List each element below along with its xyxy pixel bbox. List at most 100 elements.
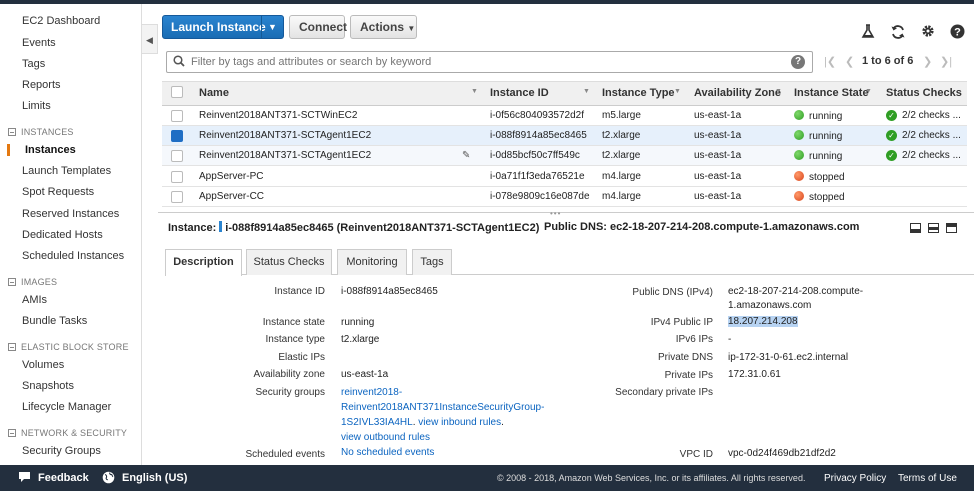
feedback-icon[interactable]: [18, 471, 31, 486]
table-row[interactable]: Reinvent2018ANT371-SCTAgent1EC2 i-088f89…: [162, 126, 967, 146]
security-group-link[interactable]: reinvent2018-: [341, 387, 402, 398]
sidebar-item-spot-requests[interactable]: Spot Requests: [22, 186, 94, 198]
instance-type-label: Instance type: [265, 334, 325, 345]
sort-icon[interactable]: ▼: [471, 88, 478, 95]
sidebar-item-launch-templates[interactable]: Launch Templates: [22, 165, 111, 177]
scheduled-events-link[interactable]: No scheduled events: [341, 447, 434, 458]
chevron-down-icon[interactable]: ▼: [261, 16, 283, 38]
tab-tags[interactable]: Tags: [412, 249, 452, 275]
last-page-icon[interactable]: ❯|: [940, 55, 952, 68]
row-checkbox[interactable]: [171, 191, 183, 203]
sidebar-item-dedicated-hosts[interactable]: Dedicated Hosts: [22, 229, 103, 241]
view-inbound-rules-link[interactable]: view inbound rules: [418, 417, 501, 428]
row-checkbox[interactable]: [171, 130, 183, 142]
next-page-icon[interactable]: ❯: [923, 55, 932, 68]
sidebar-section-network-security[interactable]: NETWORK & SECURITY: [8, 428, 127, 438]
prev-page-icon[interactable]: ❮: [845, 55, 854, 68]
sidebar-item-tags[interactable]: Tags: [22, 58, 45, 70]
column-header-instance-type[interactable]: Instance Type: [602, 87, 675, 99]
help-icon[interactable]: ?: [948, 24, 966, 43]
edit-pencil-icon[interactable]: ✎: [462, 150, 470, 161]
launch-instance-button[interactable]: Launch Instance ▼: [162, 15, 284, 39]
sidebar-item-events[interactable]: Events: [22, 37, 56, 49]
column-header-instance-id[interactable]: Instance ID: [490, 87, 549, 99]
view-outbound-rules-link[interactable]: view outbound rules: [341, 432, 430, 443]
row-checkbox[interactable]: [171, 110, 183, 122]
instance-state-label: Instance state: [262, 317, 325, 328]
security-group-link[interactable]: 1S2IVL33IA4HL: [341, 417, 413, 428]
gear-icon[interactable]: [919, 24, 937, 42]
sidebar-item-ec2-dashboard[interactable]: EC2 Dashboard: [22, 15, 100, 27]
security-group-link[interactable]: Reinvent2018ANT371InstanceSecurityGroup-: [341, 402, 544, 413]
ipv4-public-ip-value: 18.207.214.208: [728, 316, 798, 327]
selected-instance-header: Instance: i-088f8914a85ec8465 (Reinvent20…: [168, 221, 540, 234]
globe-icon[interactable]: [102, 471, 115, 487]
actions-button[interactable]: Actions ▼: [350, 15, 417, 39]
sort-icon[interactable]: ▼: [583, 88, 590, 95]
column-header-name[interactable]: Name: [199, 87, 229, 99]
public-dns-header: Public DNS: ec2-18-207-214-208.compute-1…: [544, 221, 860, 233]
sidebar-item-limits[interactable]: Limits: [22, 100, 51, 112]
refresh-icon[interactable]: [889, 24, 907, 44]
column-header-availability-zone[interactable]: Availability Zone: [694, 87, 781, 99]
flask-icon[interactable]: [859, 24, 877, 43]
page-range: 1 to 6 of 6: [862, 55, 914, 67]
row-checkbox[interactable]: [171, 150, 183, 162]
sidebar-item-security-groups[interactable]: Security Groups: [22, 445, 101, 457]
terms-of-use-link[interactable]: Terms of Use: [898, 473, 957, 484]
first-page-icon[interactable]: |❮: [824, 55, 836, 68]
sort-icon[interactable]: ▼: [775, 88, 782, 95]
table-row[interactable]: AppServer-CC i-078e9809c16e087de m4.larg…: [162, 187, 967, 207]
column-header-status-checks[interactable]: Status Checks: [886, 87, 962, 99]
privacy-policy-link[interactable]: Privacy Policy: [824, 473, 886, 484]
search-input[interactable]: [191, 54, 781, 70]
sort-icon[interactable]: ▼: [865, 88, 872, 95]
tab-monitoring[interactable]: Monitoring: [337, 249, 407, 275]
language-selector[interactable]: English (US): [122, 472, 187, 484]
sort-icon[interactable]: ▼: [674, 88, 681, 95]
running-status-icon: [794, 110, 804, 120]
chevron-left-icon: ◀: [146, 35, 153, 45]
sidebar-item-amis[interactable]: AMIs: [22, 294, 47, 306]
table-row[interactable]: Reinvent2018ANT371-SCTWinEC2 i-0f56c8040…: [162, 106, 967, 126]
panel-split-icon[interactable]: [928, 223, 939, 233]
sidebar-item-volumes[interactable]: Volumes: [22, 359, 64, 371]
sidebar-section-ebs[interactable]: ELASTIC BLOCK STORE: [8, 342, 129, 352]
tab-status-checks[interactable]: Status Checks: [246, 249, 332, 275]
table-row[interactable]: Reinvent2018ANT371-SCTAgent1EC2 ✎ i-0d85…: [162, 146, 967, 166]
ipv6-ips-label: IPv6 IPs: [675, 334, 713, 345]
instance-type-value: t2.xlarge: [341, 334, 380, 345]
feedback-link[interactable]: Feedback: [38, 472, 89, 484]
sidebar-item-snapshots[interactable]: Snapshots: [22, 380, 74, 392]
help-icon[interactable]: ?: [791, 55, 805, 69]
vpc-id-value: vpc-0d24f469db21df2d2: [728, 448, 836, 459]
panel-bottom-icon[interactable]: [910, 223, 921, 233]
sidebar-item-instances[interactable]: Instances: [7, 144, 76, 156]
panel-divider[interactable]: [158, 212, 974, 213]
resize-handle-icon[interactable]: •••: [550, 209, 561, 218]
private-dns-label: Private DNS: [657, 352, 713, 363]
running-status-icon: [794, 150, 804, 160]
select-all-checkbox[interactable]: [171, 86, 183, 98]
column-header-instance-state[interactable]: Instance State: [794, 87, 869, 99]
collapse-icon: [8, 343, 16, 351]
collapse-icon: [8, 278, 16, 286]
sidebar-collapse-button[interactable]: ◀: [142, 24, 158, 54]
sidebar-item-bundle-tasks[interactable]: Bundle Tasks: [22, 315, 87, 327]
secondary-private-ips-label: Secondary private IPs: [615, 387, 713, 398]
instance-color-marker: [219, 221, 223, 232]
sidebar-item-scheduled-instances[interactable]: Scheduled Instances: [22, 250, 124, 262]
panel-top-icon[interactable]: [946, 223, 957, 233]
sidebar-item-lifecycle-manager[interactable]: Lifecycle Manager: [22, 401, 111, 413]
stopped-status-icon: [794, 191, 804, 201]
sidebar-section-instances[interactable]: INSTANCES: [8, 127, 74, 137]
table-row[interactable]: AppServer-PC i-0a71f1f3eda76521e m4.larg…: [162, 167, 967, 187]
row-checkbox[interactable]: [171, 171, 183, 183]
sidebar-item-reports[interactable]: Reports: [22, 79, 61, 91]
tab-description[interactable]: Description: [165, 249, 242, 276]
connect-button[interactable]: Connect: [289, 15, 347, 39]
sidebar-item-reserved-instances[interactable]: Reserved Instances: [22, 208, 119, 220]
ipv4-public-ip-label: IPv4 Public IP: [650, 317, 713, 328]
sidebar-section-images[interactable]: IMAGES: [8, 277, 57, 287]
public-dns-ipv4-value: 1.amazonaws.com: [728, 300, 812, 311]
